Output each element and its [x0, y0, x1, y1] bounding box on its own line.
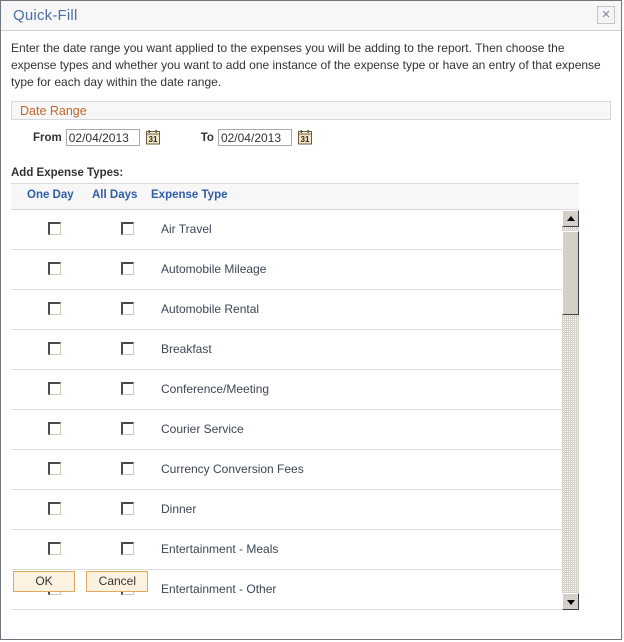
scrollbar-thumb[interactable]	[562, 231, 579, 315]
instructions-text: Enter the date range you want applied to…	[11, 41, 601, 89]
table-row: Conference/Meeting	[11, 370, 563, 410]
grid-rows: Air Travel Automobile Mileage Automobile R…	[11, 210, 563, 610]
to-label: To	[200, 131, 214, 144]
checkbox-one-day[interactable]	[48, 422, 61, 435]
expense-type-label: Dinner	[161, 502, 197, 516]
arrow-down-icon[interactable]	[562, 593, 579, 610]
grid-scroll-area: Air Travel Automobile Mileage Automobile R…	[11, 210, 579, 610]
expense-type-label: Entertainment - Meals	[161, 542, 279, 556]
expense-type-label: Air Travel	[161, 222, 212, 236]
checkbox-all-days[interactable]	[121, 222, 134, 235]
expense-type-label: Automobile Rental	[161, 302, 260, 316]
dialog-title: Quick-Fill	[13, 7, 78, 24]
expense-type-label: Breakfast	[161, 342, 212, 356]
dialog-titlebar: Quick-Fill ✕	[1, 1, 621, 31]
from-date-input[interactable]	[65, 129, 140, 146]
ok-button[interactable]: OK	[13, 571, 75, 592]
arrow-up-icon[interactable]	[562, 210, 579, 227]
checkbox-one-day[interactable]	[48, 222, 61, 235]
column-header-all-days[interactable]: All Days	[92, 189, 137, 201]
checkbox-all-days[interactable]	[121, 462, 134, 475]
close-icon[interactable]: ✕	[597, 6, 615, 24]
checkbox-one-day[interactable]	[48, 382, 61, 395]
expense-type-label: Automobile Mileage	[161, 262, 267, 276]
column-header-one-day[interactable]: One Day	[27, 189, 74, 201]
checkbox-all-days[interactable]	[121, 422, 134, 435]
quick-fill-dialog: Quick-Fill ✕ Enter the date range you wa…	[0, 0, 622, 640]
table-row: Breakfast	[11, 330, 563, 370]
checkbox-one-day[interactable]	[48, 302, 61, 315]
checkbox-all-days[interactable]	[121, 502, 134, 515]
to-date-input[interactable]	[217, 129, 292, 146]
table-row: Automobile Rental	[11, 290, 563, 330]
date-range-group-header: Date Range	[11, 101, 611, 120]
table-row: Air Travel	[11, 210, 563, 250]
checkbox-all-days[interactable]	[121, 382, 134, 395]
svg-text:31: 31	[148, 135, 157, 144]
checkbox-one-day[interactable]	[48, 502, 61, 515]
date-range-group-title: Date Range	[20, 104, 87, 118]
vertical-scrollbar[interactable]	[562, 210, 579, 610]
checkbox-all-days[interactable]	[121, 262, 134, 275]
checkbox-all-days[interactable]	[121, 302, 134, 315]
expense-type-label: Entertainment - Other	[161, 582, 277, 596]
table-row: Entertainment - Meals	[11, 530, 563, 570]
svg-text:31: 31	[301, 135, 310, 144]
grid-header-row: One Day All Days Expense Type	[11, 183, 579, 210]
column-header-expense-type[interactable]: Expense Type	[151, 189, 228, 201]
checkbox-one-day[interactable]	[48, 542, 61, 555]
from-label: From	[33, 131, 62, 144]
calendar-icon-to[interactable]: 31	[297, 130, 312, 145]
table-row: Dinner	[11, 490, 563, 530]
table-row: Courier Service	[11, 410, 563, 450]
dialog-footer: OK Cancel	[1, 571, 156, 592]
expense-type-label: Conference/Meeting	[161, 382, 270, 396]
expense-type-label: Courier Service	[161, 422, 244, 436]
checkbox-all-days[interactable]	[121, 542, 134, 555]
date-range-row: From 31 To 31	[1, 120, 621, 159]
checkbox-one-day[interactable]	[48, 342, 61, 355]
dialog-body: Enter the date range you want applied to…	[1, 31, 621, 610]
cancel-button[interactable]: Cancel	[86, 571, 149, 592]
table-row: Automobile Mileage	[11, 250, 563, 290]
calendar-icon-from[interactable]: 31	[145, 130, 160, 145]
checkbox-one-day[interactable]	[48, 462, 61, 475]
checkbox-one-day[interactable]	[48, 262, 61, 275]
checkbox-all-days[interactable]	[121, 342, 134, 355]
expense-type-label: Currency Conversion Fees	[161, 462, 304, 476]
add-expense-types-label: Add Expense Types:	[11, 167, 124, 179]
table-row: Currency Conversion Fees	[11, 450, 563, 490]
expense-types-grid: One Day All Days Expense Type Air Travel…	[11, 183, 579, 610]
